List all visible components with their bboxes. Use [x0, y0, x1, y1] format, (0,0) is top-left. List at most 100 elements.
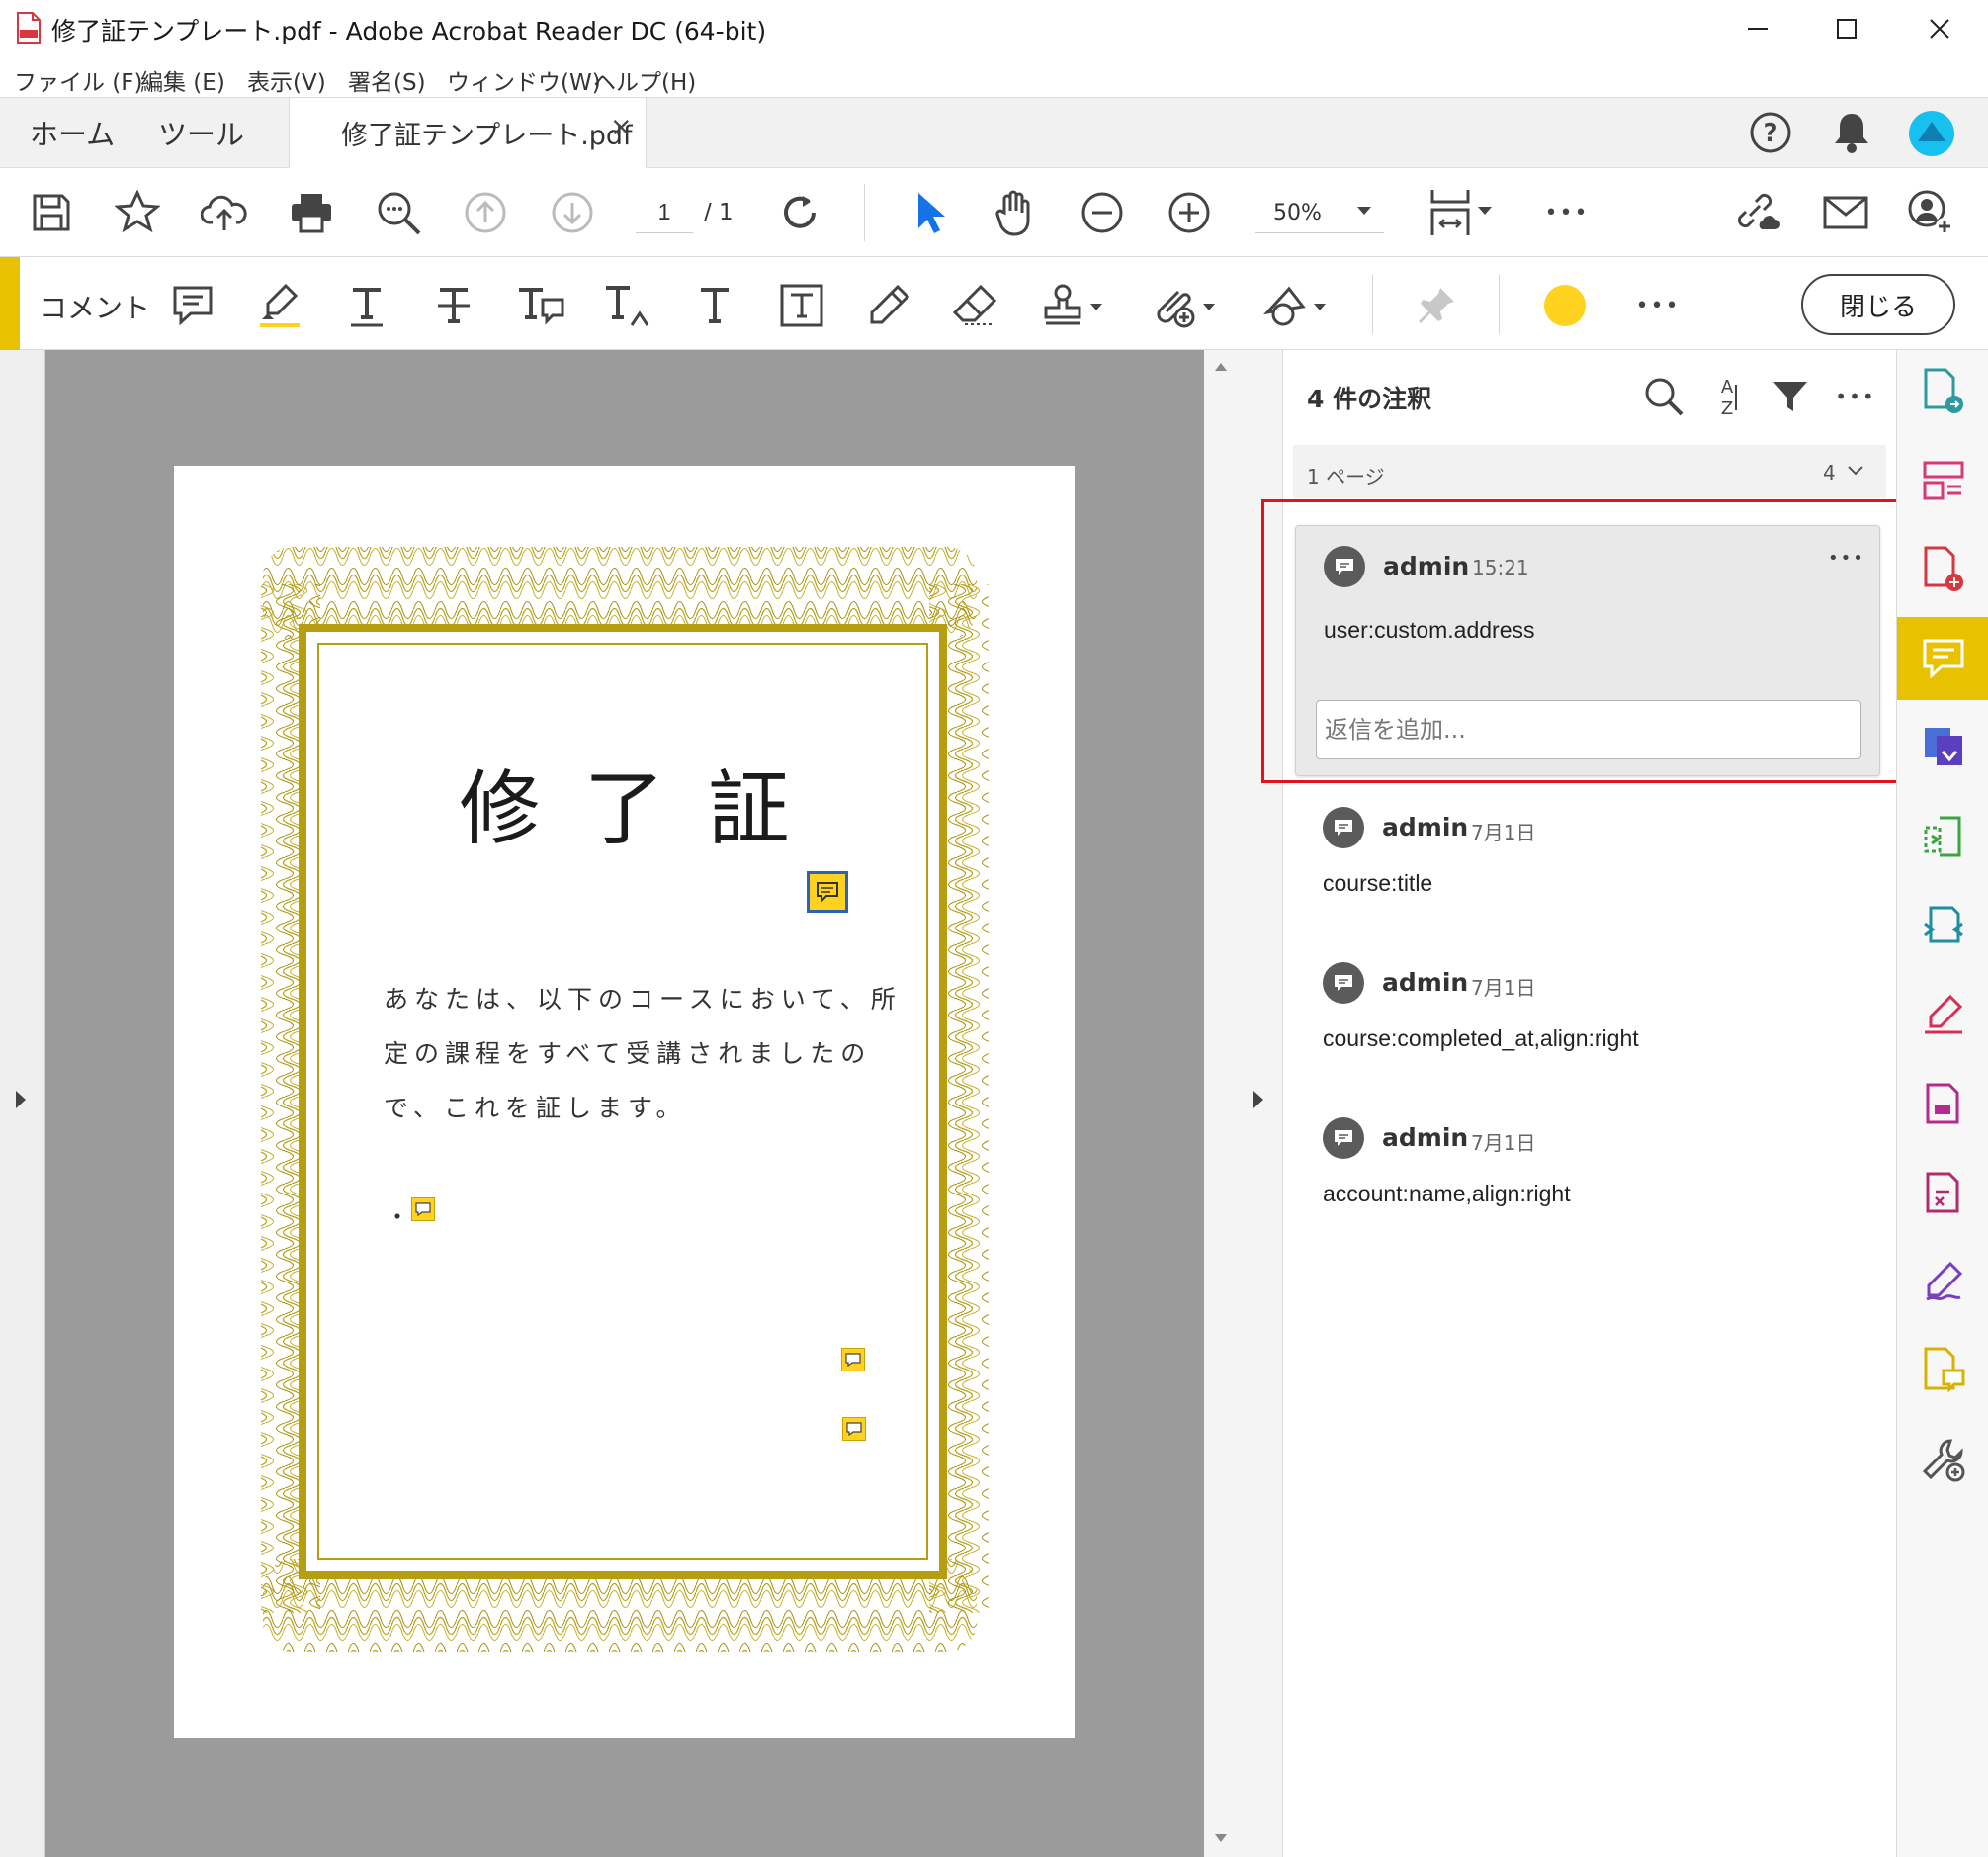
filter-icon[interactable] — [1768, 374, 1813, 419]
email-icon[interactable] — [1821, 188, 1870, 237]
tab-tools[interactable]: ツール — [158, 112, 244, 153]
attach-dropdown-icon[interactable] — [1202, 303, 1216, 311]
previous-page-icon[interactable] — [461, 188, 510, 237]
zoom-dropdown-icon[interactable] — [1356, 206, 1372, 216]
tab-document[interactable]: 修了証テンプレート.pdf × — [289, 98, 647, 169]
close-comment-button[interactable]: 閉じる — [1801, 274, 1955, 335]
fill-sign-icon[interactable] — [1897, 973, 1988, 1056]
organize-pages-icon[interactable] — [1897, 439, 1988, 522]
expand-left-pane-icon[interactable] — [14, 1090, 28, 1109]
comment-toolbar-divider — [1372, 275, 1373, 334]
close-window-button[interactable] — [1910, 6, 1969, 51]
underline-text-icon[interactable] — [340, 279, 393, 332]
select-cursor-icon[interactable] — [906, 188, 955, 237]
comment-toolbar-label: コメント — [40, 292, 151, 324]
shapes-icon[interactable] — [1261, 279, 1315, 332]
menu-view[interactable]: 表示(V) — [247, 63, 326, 97]
menu-help[interactable]: ヘルプ(H) — [593, 63, 696, 97]
edit-pdf-icon[interactable] — [1897, 884, 1988, 967]
tab-document-label: 修了証テンプレート.pdf — [341, 121, 633, 151]
sort-icon[interactable]: AZ — [1704, 374, 1750, 419]
insert-text-icon[interactable] — [601, 279, 654, 332]
strikethrough-text-icon[interactable] — [427, 279, 480, 332]
export-pdf-icon[interactable] — [1897, 350, 1988, 433]
highlight-icon[interactable] — [253, 279, 306, 332]
add-text-icon[interactable] — [688, 279, 741, 332]
zoom-search-icon[interactable] — [374, 188, 423, 237]
text-box-icon[interactable] — [775, 279, 828, 332]
comment-bubble-icon — [1323, 807, 1364, 848]
scroll-down-icon[interactable] — [1214, 1833, 1228, 1843]
comment-tool-icon[interactable] — [1897, 617, 1988, 700]
protect-pdf-icon[interactable] — [1897, 1062, 1988, 1145]
certificate-title: 修了証 — [459, 762, 833, 856]
comment-more-icon[interactable]: ••• — [1631, 279, 1685, 332]
zoom-out-icon[interactable] — [1078, 188, 1127, 237]
cloud-upload-icon[interactable] — [200, 188, 249, 237]
comment-note-icon[interactable] — [411, 1197, 435, 1221]
more-tools-wrench-icon[interactable] — [1897, 1418, 1988, 1501]
minimize-button[interactable] — [1728, 6, 1787, 51]
sticky-note-icon[interactable] — [166, 279, 219, 332]
shapes-dropdown-icon[interactable] — [1313, 303, 1327, 311]
pdf-page[interactable]: 修了証 あなたは、以下のコースにおいて、所 定の課程をすべて受講されましたの で… — [174, 466, 1075, 1738]
replace-text-icon[interactable] — [514, 279, 567, 332]
page-fit-dropdown-icon[interactable] — [1477, 206, 1493, 216]
compress-pdf-icon[interactable] — [1897, 795, 1988, 878]
chevron-down-icon[interactable] — [1847, 465, 1864, 477]
rotate-icon[interactable] — [775, 188, 824, 237]
tab-close-icon[interactable]: × — [610, 112, 633, 142]
page-group-header[interactable]: 1 ページ 4 — [1293, 445, 1886, 498]
comments-count-title: 4 件の注釈 — [1307, 385, 1432, 413]
page-fit-icon[interactable] — [1426, 188, 1475, 237]
redact-icon[interactable] — [1897, 1151, 1988, 1234]
svg-text:A: A — [1721, 377, 1734, 398]
stamp-icon[interactable] — [1036, 279, 1089, 332]
send-for-comments-icon[interactable] — [1897, 1329, 1988, 1412]
scroll-up-icon[interactable] — [1214, 362, 1228, 372]
window-title: 修了証テンプレート.pdf - Adobe Acrobat Reader DC … — [51, 17, 767, 45]
comment-text: course:completed_at,align:right — [1323, 1025, 1639, 1051]
menu-file[interactable]: ファイル (F) — [14, 63, 143, 97]
combine-files-icon[interactable] — [1897, 706, 1988, 789]
menu-bar: ファイル (F) 編集 (E) 表示(V) 署名(S) ウィンドウ(W) ヘルプ… — [0, 57, 1988, 97]
color-picker-icon[interactable] — [1538, 279, 1592, 332]
tab-home[interactable]: ホーム — [30, 112, 115, 153]
pin-icon[interactable] — [1410, 279, 1463, 332]
pencil-draw-icon[interactable] — [862, 279, 915, 332]
page-number-input[interactable] — [636, 192, 693, 233]
svg-text:?: ? — [1763, 119, 1777, 148]
selected-comment-note-icon[interactable] — [807, 871, 848, 913]
bookmark-star-icon[interactable] — [113, 188, 162, 237]
maximize-button[interactable] — [1817, 6, 1876, 51]
next-page-icon[interactable] — [548, 188, 597, 237]
share-link-icon[interactable] — [1732, 188, 1781, 237]
collapse-panel-icon[interactable] — [1252, 1090, 1265, 1109]
save-icon[interactable] — [27, 188, 76, 237]
print-icon[interactable] — [287, 188, 336, 237]
main-toolbar: / 1 50% ••• — [0, 168, 1988, 257]
create-pdf-icon[interactable] — [1897, 528, 1988, 611]
notification-bell-icon[interactable] — [1831, 110, 1872, 155]
zoom-in-icon[interactable] — [1165, 188, 1214, 237]
hand-tool-icon[interactable] — [991, 188, 1040, 237]
comment-time: 7月1日 — [1471, 821, 1536, 844]
page-total-label: / 1 — [704, 200, 734, 225]
search-icon[interactable] — [1641, 374, 1686, 419]
comment-note-icon-name[interactable] — [842, 1417, 866, 1441]
vertical-scrollbar[interactable] — [1204, 350, 1238, 1857]
eraser-icon[interactable] — [949, 279, 1002, 332]
account-avatar[interactable] — [1908, 110, 1955, 157]
menu-window[interactable]: ウィンドウ(W) — [447, 63, 601, 97]
add-user-icon[interactable] — [1906, 188, 1955, 237]
help-icon[interactable]: ? — [1748, 110, 1793, 155]
menu-edit[interactable]: 編集 (E) — [140, 63, 225, 97]
request-signature-icon[interactable] — [1897, 1240, 1988, 1323]
comment-toolbar: コメント ••• 閉じる — [0, 257, 1988, 350]
stamp-dropdown-icon[interactable] — [1089, 303, 1103, 311]
menu-sign[interactable]: 署名(S) — [348, 63, 426, 97]
more-tools-icon[interactable]: ••• — [1542, 188, 1592, 237]
comment-note-icon-date[interactable] — [841, 1348, 865, 1371]
panel-more-icon[interactable]: ••• — [1833, 374, 1878, 419]
attach-file-icon[interactable] — [1147, 279, 1200, 332]
